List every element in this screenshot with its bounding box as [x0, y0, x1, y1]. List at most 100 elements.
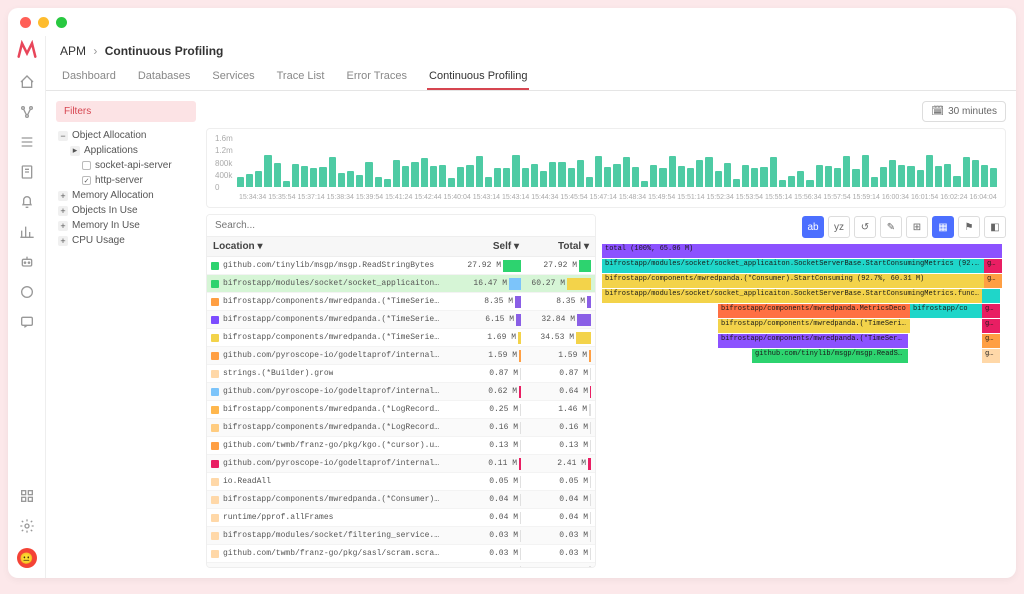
search-input[interactable]	[207, 215, 595, 237]
column-header-self[interactable]: Self ▾	[455, 237, 525, 256]
flame-span[interactable]: total (100%, 65.06 M)	[602, 244, 1002, 258]
robot-icon[interactable]	[19, 254, 35, 270]
table-row[interactable]: bifrostapp/components/mwredpanda.(*TimeS…	[207, 311, 595, 329]
filter-node[interactable]: +Memory In Use	[58, 218, 194, 233]
chart-bar[interactable]	[843, 156, 850, 187]
checkbox[interactable]: ✓	[82, 176, 91, 185]
chart-bar[interactable]	[255, 171, 262, 187]
chart-bar[interactable]	[632, 167, 639, 187]
chart-bar[interactable]	[540, 171, 547, 187]
chart-bar[interactable]	[568, 168, 575, 187]
tab-services[interactable]: Services	[210, 64, 256, 90]
chart-bar[interactable]	[834, 168, 841, 187]
chart-bar[interactable]	[944, 164, 951, 187]
column-header-location[interactable]: Location ▾	[207, 237, 455, 256]
chart-bar[interactable]	[733, 179, 740, 187]
chart-bar[interactable]	[246, 174, 253, 187]
flame-tool-button[interactable]: ▦	[932, 216, 954, 238]
user-avatar[interactable]: 😐	[17, 548, 37, 568]
expand-toggle-icon[interactable]: ▸	[70, 146, 80, 156]
chart-bar[interactable]	[485, 177, 492, 187]
column-header-total[interactable]: Total ▾	[525, 237, 595, 256]
expand-toggle-icon[interactable]: +	[58, 221, 68, 231]
chart-bar[interactable]	[779, 180, 786, 187]
maximize-window-button[interactable]	[56, 17, 67, 28]
chart-bar[interactable]	[751, 168, 758, 187]
flame-span[interactable]	[908, 349, 982, 363]
chart-bar[interactable]	[816, 165, 823, 187]
chart-bar[interactable]	[558, 162, 565, 187]
table-row[interactable]: bifrostapp/components/mwredpanda.(*LogRe…	[207, 563, 595, 567]
chart-bar[interactable]	[917, 170, 924, 187]
nodes-icon[interactable]	[19, 104, 35, 120]
table-row[interactable]: runtime/pprof.allFrames0.04 M0.04 M	[207, 509, 595, 527]
chart-bar[interactable]	[347, 171, 354, 187]
tab-error-traces[interactable]: Error Traces	[345, 64, 410, 90]
chart-bar[interactable]	[770, 157, 777, 187]
chart-bar[interactable]	[503, 168, 510, 187]
table-row[interactable]: github.com/tinylib/msgp/msgp.ReadStringB…	[207, 257, 595, 275]
gear-icon[interactable]	[19, 518, 35, 534]
flame-span[interactable]	[602, 304, 718, 318]
close-window-button[interactable]	[20, 17, 31, 28]
time-range-picker[interactable]: 🗓 30 minutes	[922, 101, 1006, 122]
chart-bar[interactable]	[926, 155, 933, 187]
chart-bar[interactable]	[531, 164, 538, 187]
chart-bar[interactable]	[457, 167, 464, 187]
filter-node[interactable]: ▸Applications	[58, 143, 194, 158]
table-row[interactable]: github.com/pyroscope-io/godeltaprof/inte…	[207, 455, 595, 473]
chart-bar[interactable]	[577, 160, 584, 187]
chart-bar[interactable]	[274, 163, 281, 187]
chart-bar[interactable]	[283, 181, 290, 187]
home-icon[interactable]	[19, 74, 35, 90]
chart-bar[interactable]	[613, 164, 620, 187]
chart-bar[interactable]	[797, 171, 804, 187]
chart-bar[interactable]	[549, 162, 556, 187]
table-row[interactable]: io.ReadAll0.05 M0.05 M	[207, 473, 595, 491]
chart-bar[interactable]	[825, 166, 832, 187]
chart-bar[interactable]	[448, 178, 455, 187]
checkbox[interactable]	[82, 161, 91, 170]
document-icon[interactable]	[19, 164, 35, 180]
table-row[interactable]: bifrostapp/modules/socket/socket_applica…	[207, 275, 595, 293]
flame-span[interactable]: git	[984, 274, 1002, 288]
flame-tool-button[interactable]: yz	[828, 216, 850, 238]
chart-bar[interactable]	[365, 162, 372, 187]
chart-icon[interactable]	[19, 224, 35, 240]
flame-span[interactable]: bifrostapp/modules/socket/socket_applica…	[602, 259, 984, 273]
app-logo[interactable]	[17, 40, 37, 60]
flame-span[interactable]: bifrostapp/components/mwredpanda.(*TimeS…	[718, 334, 908, 348]
flame-tool-button[interactable]: ↺	[854, 216, 876, 238]
chart-bar[interactable]	[393, 160, 400, 187]
table-row[interactable]: bifrostapp/components/mwredpanda.(*Consu…	[207, 491, 595, 509]
minimize-window-button[interactable]	[38, 17, 49, 28]
chart-bar[interactable]	[466, 165, 473, 187]
chart-bar[interactable]	[687, 168, 694, 187]
chart-bar[interactable]	[852, 169, 859, 187]
chart-bar[interactable]	[669, 156, 676, 187]
flame-span[interactable]	[602, 334, 718, 348]
circle-icon[interactable]	[19, 284, 35, 300]
flame-span[interactable]: bifrostapp/components/mwredpanda.Metrics…	[718, 304, 910, 318]
chart-bar[interactable]	[237, 177, 244, 187]
chart-bar[interactable]	[384, 179, 391, 187]
chart-bar[interactable]	[310, 168, 317, 187]
flame-span[interactable]	[982, 289, 1000, 303]
chart-bar[interactable]	[742, 165, 749, 187]
chart-bar[interactable]	[476, 156, 483, 187]
table-row[interactable]: bifrostapp/components/mwredpanda.(*LogRe…	[207, 401, 595, 419]
chart-bar[interactable]	[623, 157, 630, 187]
message-icon[interactable]	[19, 314, 35, 330]
flame-span[interactable]: git	[982, 334, 1000, 348]
chart-bar[interactable]	[402, 166, 409, 187]
breadcrumb-parent[interactable]: APM	[60, 44, 86, 58]
filter-node[interactable]: socket-api-server	[58, 158, 194, 173]
chart-bar[interactable]	[375, 177, 382, 187]
table-row[interactable]: github.com/pyroscope-io/godeltaprof/inte…	[207, 347, 595, 365]
tab-continuous-profiling[interactable]: Continuous Profiling	[427, 64, 529, 90]
chart-bar[interactable]	[411, 162, 418, 187]
filter-node[interactable]: +Memory Allocation	[58, 188, 194, 203]
chart-bar[interactable]	[806, 180, 813, 187]
flame-span[interactable]: git	[982, 304, 1000, 318]
chart-bar[interactable]	[935, 166, 942, 187]
